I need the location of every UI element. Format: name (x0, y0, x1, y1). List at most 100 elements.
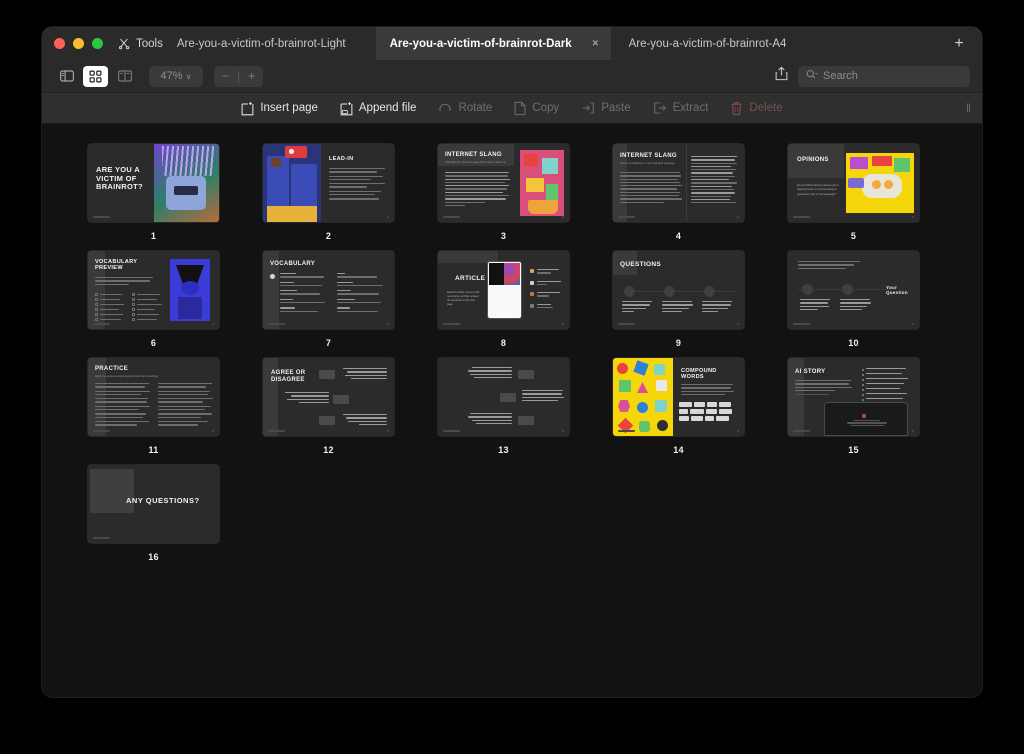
extract-button[interactable]: Extract (653, 101, 709, 115)
maximize-window-button[interactable] (92, 38, 103, 49)
slide-footer-tag (93, 537, 110, 539)
slide-title: ARTICLE (455, 275, 486, 282)
slide-footer-tag (443, 430, 460, 432)
page-thumbnail[interactable]: PRACTICE Match the sentence beginnings w… (88, 358, 219, 436)
slide-footer-number (562, 323, 564, 325)
rotate-button[interactable]: Rotate (438, 101, 492, 115)
slide-subtitle: Here's a breakdown in more standard lang… (620, 162, 675, 165)
page-cell[interactable]: ARTICLE Read the article, focus on the n… (438, 251, 569, 348)
action-label: Insert page (260, 102, 318, 114)
page-thumbnail[interactable]: QUESTIONS (613, 251, 744, 329)
page-cell[interactable]: AGREE OR DISAGREE 12 (263, 358, 394, 455)
page-cell[interactable]: LEAD-IN 2 (263, 144, 394, 241)
page-cell[interactable]: PRACTICE Match the sentence beginnings w… (88, 358, 219, 455)
page-thumbnail[interactable]: LEAD-IN (263, 144, 394, 222)
page-cell[interactable]: OPINIONS Do you think internet slang is … (788, 144, 919, 241)
action-label: Extract (672, 102, 709, 114)
slide-footer-tag (93, 430, 110, 432)
tab-brainrot-light[interactable]: Are-you-a-victim-of-brainrot-Light (173, 27, 376, 60)
page-thumbnail[interactable]: VOCABULARY PREVIEW (88, 251, 219, 329)
copy-button[interactable]: Copy (514, 101, 559, 116)
action-label: Rotate (458, 102, 493, 114)
page-cell[interactable]: AI STORY 15 (788, 358, 919, 455)
page-number: 11 (148, 445, 159, 455)
zoom-level-dropdown[interactable]: 47% ∨ (149, 65, 203, 87)
paste-button[interactable]: Paste (581, 101, 631, 115)
slide-footer-tag (93, 216, 110, 218)
slide-footer-tag (93, 323, 110, 325)
zoom-out-button[interactable]: − (214, 69, 237, 83)
search-input[interactable]: Search (798, 65, 970, 87)
window-controls (42, 27, 116, 60)
delete-button[interactable]: Delete (730, 101, 783, 116)
page-thumbnail[interactable]: ANY QUESTIONS? (88, 465, 219, 543)
page-thumbnail-canvas[interactable]: ARE YOU A VICTIM OF BRAINROT? 1 LEAD-IN … (42, 124, 982, 697)
slide-3: INTERNET SLANG Slide Bumper: Do some sla… (438, 144, 569, 222)
zoom-in-button[interactable]: + (240, 69, 263, 83)
tab-label: Are-you-a-victim-of-brainrot-Light (176, 37, 346, 50)
page-thumbnail[interactable]: ARTICLE Read the article, focus on the n… (438, 251, 569, 329)
slide-subtitle: Slide Bumper: Do some slang they know to… (445, 161, 506, 164)
slide-16: ANY QUESTIONS? (88, 465, 219, 543)
close-tab-icon[interactable]: × (592, 38, 598, 49)
tab-label: Are-you-a-victim-of-brainrot-Dark (389, 37, 572, 50)
tools-button[interactable]: Tools (116, 27, 173, 60)
sidebar-icon[interactable] (54, 66, 79, 87)
page-cell[interactable]: QUESTIONS 9 (613, 251, 744, 348)
page-cell[interactable]: ARE YOU A VICTIM OF BRAINROT? 1 (88, 144, 219, 241)
slide-title: ANY QUESTIONS? (126, 496, 200, 505)
page-thumbnail[interactable]: AI STORY (788, 358, 919, 436)
page-cell[interactable]: VOCABULARY PREVIEW 6 (88, 251, 219, 348)
slide-footer-tag (793, 323, 810, 325)
slide-title: AGREE OR DISAGREE (271, 370, 306, 383)
share-icon[interactable] (775, 66, 788, 86)
page-thumbnail[interactable]: VOCABULARY (263, 251, 394, 329)
toolbar-grip-icon[interactable]: ‖ (966, 101, 971, 115)
insert-page-button[interactable]: Insert page (241, 101, 318, 116)
slide-13 (438, 358, 569, 436)
page-thumbnail[interactable]: INTERNET SLANG Slide Bumper: Do some sla… (438, 144, 569, 222)
slide-title: Your Question (886, 285, 908, 296)
search-placeholder: Search (823, 70, 858, 82)
page-cell[interactable]: 13 (438, 358, 569, 455)
page-grid: ARE YOU A VICTIM OF BRAINROT? 1 LEAD-IN … (42, 124, 982, 562)
grid-view-icon[interactable] (83, 65, 108, 87)
minimize-window-button[interactable] (73, 38, 84, 49)
page-thumbnail[interactable]: OPINIONS Do you think internet slang is … (788, 144, 919, 222)
chevron-down-icon: ∨ (185, 71, 192, 81)
page-thumbnail[interactable]: ARE YOU A VICTIM OF BRAINROT? (88, 144, 219, 222)
slide-footer-tag (793, 430, 810, 432)
page-cell[interactable]: ANY QUESTIONS? 16 (88, 465, 219, 562)
page-thumbnail[interactable]: COMPOUND WORDS (613, 358, 744, 436)
page-cell[interactable]: Your Question 10 (788, 251, 919, 348)
tab-brainrot-dark[interactable]: Are-you-a-victim-of-brainrot-Dark × (375, 27, 611, 60)
action-label: Copy (532, 102, 560, 114)
action-label: Paste (601, 102, 631, 114)
new-tab-button[interactable]: + (936, 27, 982, 60)
slide-title: VOCABULARY PREVIEW (95, 259, 138, 272)
slide-subtitle: Match the sentence beginnings with their… (95, 375, 159, 378)
tab-brainrot-a4[interactable]: Are-you-a-victim-of-brainrot-A4 (611, 27, 801, 60)
append-file-icon (340, 101, 353, 116)
page-thumbnail[interactable]: AGREE OR DISAGREE (263, 358, 394, 436)
append-file-button[interactable]: Append file (340, 101, 417, 116)
slide-footer-tag (618, 430, 635, 432)
page-thumbnail[interactable] (438, 358, 569, 436)
page-cell[interactable]: INTERNET SLANG Here's a breakdown in mor… (613, 144, 744, 241)
paste-icon (581, 101, 595, 115)
slide-footer-number (387, 323, 389, 325)
page-thumbnail[interactable]: Your Question (788, 251, 919, 329)
page-number: 5 (850, 231, 857, 241)
page-cell[interactable]: VOCABULARY 7 (263, 251, 394, 348)
action-label: Append file (358, 102, 417, 114)
two-page-view-icon[interactable] (112, 66, 137, 87)
page-number: 7 (325, 338, 332, 348)
page-cell[interactable]: COMPOUND WORDS 14 (613, 358, 744, 455)
slide-footer-tag (793, 216, 810, 218)
close-window-button[interactable] (54, 38, 65, 49)
page-thumbnail[interactable]: INTERNET SLANG Here's a breakdown in mor… (613, 144, 744, 222)
slide-footer-number (912, 430, 914, 432)
page-number: 14 (673, 445, 684, 455)
page-cell[interactable]: INTERNET SLANG Slide Bumper: Do some sla… (438, 144, 569, 241)
slide-footer-tag (268, 430, 285, 432)
